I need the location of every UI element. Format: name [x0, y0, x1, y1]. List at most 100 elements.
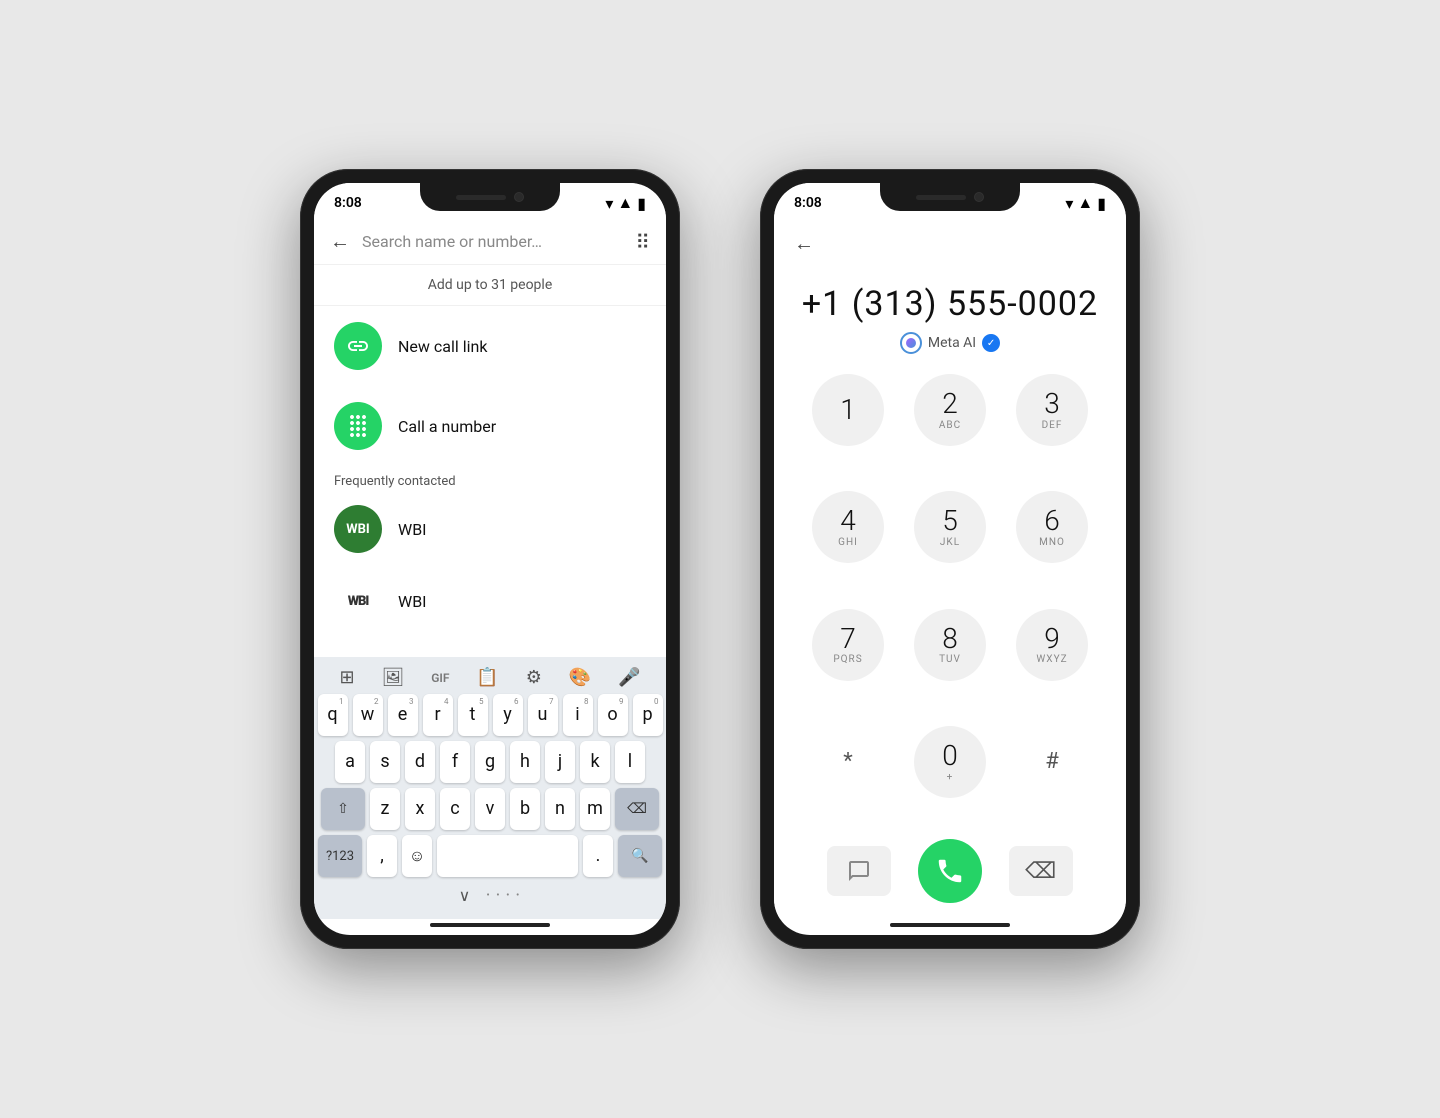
page-container: 8:08 ▾ ▲ ▮ ← Search name or number… ⠿ Ad… [260, 129, 1180, 989]
dial-key-9[interactable]: 9 WXYZ [1016, 609, 1088, 681]
keyboard-clipboard-icon[interactable]: 📋 [476, 667, 498, 688]
keyboard-mic-icon[interactable]: 🎤 [618, 667, 640, 688]
new-call-link-item[interactable]: New call link [314, 306, 666, 386]
dial-key-5-alpha: JKL [940, 537, 960, 548]
key-period[interactable]: . [583, 835, 613, 877]
keyboard-theme-icon[interactable]: 🎨 [569, 667, 591, 688]
dial-key-3-num: 3 [1044, 389, 1060, 420]
key-o[interactable]: 9o [598, 694, 628, 736]
dial-key-7[interactable]: 7 PQRS [812, 609, 884, 681]
key-n[interactable]: n [545, 788, 575, 830]
dial-key-5[interactable]: 5 JKL [914, 491, 986, 563]
contact-wbi-green[interactable]: WBI WBI [314, 493, 666, 565]
meta-ai-label: Meta AI [928, 335, 976, 351]
key-d[interactable]: d [405, 741, 435, 783]
dial-key-star[interactable]: * [812, 726, 884, 798]
screen-content-1: Add up to 31 people New call link [314, 265, 666, 657]
search-input[interactable]: Search name or number… [362, 232, 623, 251]
nav-chevron[interactable]: ∨ [459, 886, 471, 905]
dial-key-8[interactable]: 8 TUV [914, 609, 986, 681]
keyboard-row-2: a s d f g h j k l [318, 741, 662, 783]
contact-wbi-text[interactable]: WBI WBI [314, 565, 666, 637]
dial-key-8-num: 8 [942, 624, 958, 655]
gif-button[interactable]: GIF [431, 671, 449, 685]
key-i[interactable]: 8i [563, 694, 593, 736]
dial-key-4-alpha: GHI [838, 537, 858, 548]
key-m[interactable]: m [580, 788, 610, 830]
dial-key-9-alpha: WXYZ [1036, 654, 1067, 665]
key-z[interactable]: z [370, 788, 400, 830]
key-space[interactable] [437, 835, 578, 877]
dial-key-3[interactable]: 3 DEF [1016, 374, 1088, 446]
key-u[interactable]: 7u [528, 694, 558, 736]
key-numeric[interactable]: ?123 [318, 835, 362, 877]
key-c[interactable]: c [440, 788, 470, 830]
dial-key-5-num: 5 [942, 506, 958, 537]
key-t[interactable]: 5t [458, 694, 488, 736]
key-l[interactable]: l [615, 741, 645, 783]
dial-key-1-num: 1 [840, 395, 856, 426]
battery-icon: ▮ [637, 194, 646, 213]
backspace-icon[interactable]: ⌫ [1025, 859, 1056, 884]
signal-icon-2: ▲ [1077, 193, 1093, 213]
dial-action-right[interactable]: ⌫ [1009, 846, 1073, 896]
key-k[interactable]: k [580, 741, 610, 783]
key-w[interactable]: 2w [353, 694, 383, 736]
key-v[interactable]: v [475, 788, 505, 830]
dial-key-0[interactable]: 0 + [914, 726, 986, 798]
status-time-2: 8:08 [794, 195, 822, 211]
key-e[interactable]: 3e [388, 694, 418, 736]
key-j[interactable]: j [545, 741, 575, 783]
dial-key-3-alpha: DEF [1042, 420, 1063, 431]
speaker-1 [456, 195, 506, 200]
dial-key-6-num: 6 [1044, 506, 1060, 537]
back-arrow-2[interactable]: ← [794, 219, 1106, 264]
dial-key-6[interactable]: 6 MNO [1016, 491, 1088, 563]
key-s[interactable]: s [370, 741, 400, 783]
phone-notch-1 [420, 183, 560, 211]
key-b[interactable]: b [510, 788, 540, 830]
dial-key-2-num: 2 [942, 389, 958, 420]
back-arrow-1[interactable]: ← [330, 229, 350, 254]
key-y[interactable]: 6y [493, 694, 523, 736]
call-button[interactable] [918, 839, 982, 903]
speaker-2 [916, 195, 966, 200]
dial-key-6-alpha: MNO [1039, 537, 1065, 548]
key-shift[interactable]: ⇧ [321, 788, 365, 830]
dial-key-4-num: 4 [840, 506, 856, 537]
wbi-green-name: WBI [398, 520, 427, 539]
key-comma[interactable]: , [367, 835, 397, 877]
key-backspace[interactable]: ⌫ [615, 788, 659, 830]
key-g[interactable]: g [475, 741, 505, 783]
keyboard-settings-icon[interactable]: ⚙ [526, 667, 542, 688]
keyboard-grid-icon[interactable]: ⊞ [339, 667, 354, 688]
key-q[interactable]: 1q [318, 694, 348, 736]
phone-icon [935, 856, 965, 886]
keyboard-sticker-icon[interactable]: 🖼 [381, 667, 404, 688]
dial-key-2[interactable]: 2 ABC [914, 374, 986, 446]
status-time-1: 8:08 [334, 195, 362, 211]
keyboard: ⊞ 🖼 GIF 📋 ⚙ 🎨 🎤 1q 2w 3e 4r 5t 6y 7u [314, 657, 666, 919]
key-search[interactable]: 🔍 [618, 835, 662, 877]
dial-key-7-num: 7 [840, 624, 856, 655]
dial-key-hash[interactable]: # [1016, 726, 1088, 798]
dial-icon[interactable]: ⠿ [635, 230, 650, 254]
dial-key-1[interactable]: 1 [812, 374, 884, 446]
key-r[interactable]: 4r [423, 694, 453, 736]
link-icon [346, 334, 370, 358]
key-p[interactable]: 0p [633, 694, 663, 736]
new-call-link-icon-circle [334, 322, 382, 370]
dial-action-left[interactable] [827, 846, 891, 896]
key-h[interactable]: h [510, 741, 540, 783]
key-f[interactable]: f [440, 741, 470, 783]
search-bar[interactable]: ← Search name or number… ⠿ [314, 219, 666, 265]
phone-1: 8:08 ▾ ▲ ▮ ← Search name or number… ⠿ Ad… [300, 169, 680, 949]
key-x[interactable]: x [405, 788, 435, 830]
dial-key-0-num: 0 [942, 741, 958, 772]
dial-key-4[interactable]: 4 GHI [812, 491, 884, 563]
key-a[interactable]: a [335, 741, 365, 783]
key-emoji[interactable]: ☺ [402, 835, 432, 877]
call-a-number-label: Call a number [398, 417, 496, 436]
call-a-number-item[interactable]: Call a number [314, 386, 666, 466]
meta-ai-row: Meta AI ✓ [794, 332, 1106, 374]
